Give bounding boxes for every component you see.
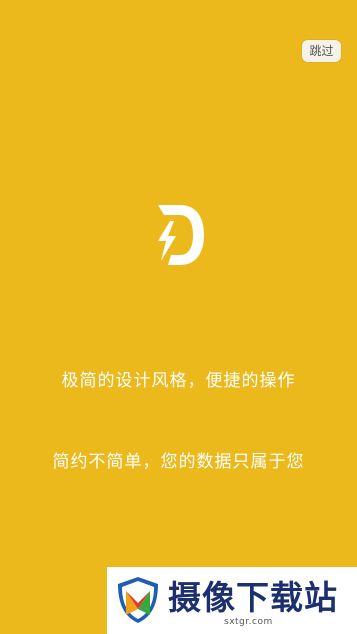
watermark-title: 摄像下载站 bbox=[168, 578, 338, 617]
skip-button[interactable]: 跳过 bbox=[302, 40, 341, 62]
slogan-line-2: 简约不简单，您的数据只属于您 bbox=[52, 452, 305, 472]
watermark-banner: 摄像下载站 sxtgr.com bbox=[107, 567, 357, 634]
watermark-url: sxtgr.com bbox=[224, 617, 273, 627]
lightning-d-logo-icon bbox=[158, 205, 204, 265]
shield-logo-icon bbox=[118, 577, 158, 623]
slogan-line-1: 极简的设计风格，便捷的操作 bbox=[61, 371, 296, 391]
